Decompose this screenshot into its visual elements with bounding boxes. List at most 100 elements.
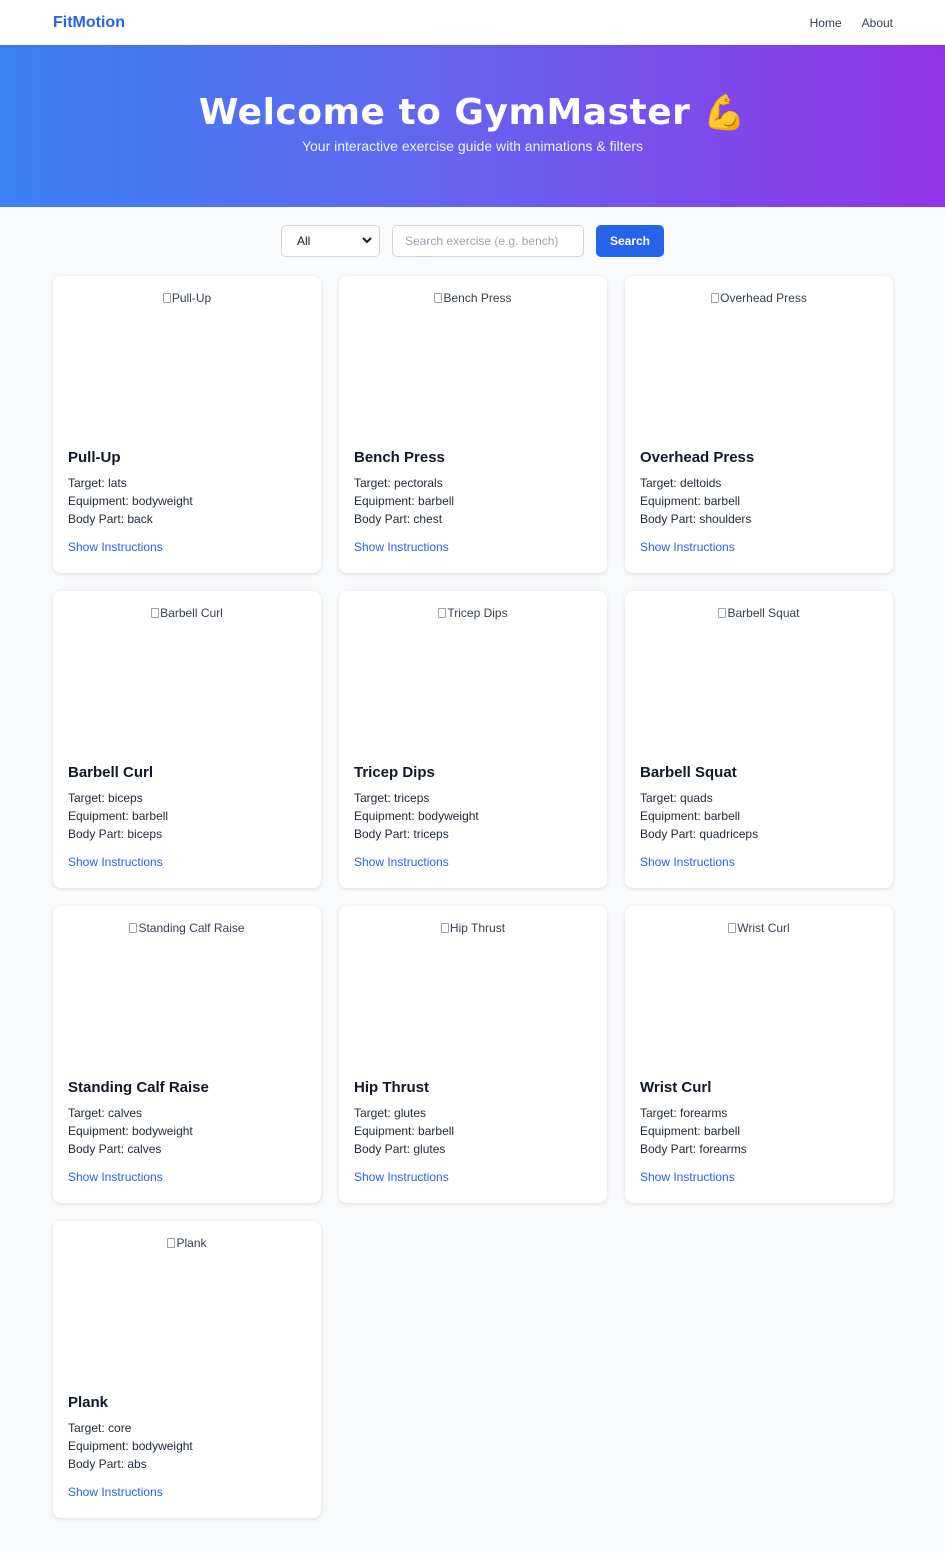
exercise-card: Barbell Curl Barbell Curl Target: biceps… bbox=[53, 591, 321, 888]
broken-image-icon bbox=[711, 293, 720, 303]
broken-image-placeholder: Plank bbox=[167, 1236, 207, 1250]
equipment-value: barbell bbox=[418, 494, 455, 508]
exercise-equipment: Equipment: barbell bbox=[640, 492, 878, 510]
search-input[interactable] bbox=[392, 225, 584, 257]
exercise-image: Pull-Up bbox=[68, 291, 306, 441]
equipment-label: Equipment: bbox=[354, 494, 419, 508]
exercise-target: Target: quads bbox=[640, 789, 878, 807]
equipment-label: Equipment: bbox=[68, 1439, 133, 1453]
exercise-image-alt: Bench Press bbox=[443, 291, 512, 305]
body-part-label: Body Part: bbox=[640, 1142, 700, 1156]
exercise-image-alt: Pull-Up bbox=[171, 291, 212, 305]
body-part-value: calves bbox=[127, 1142, 162, 1156]
exercise-image: Hip Thrust bbox=[354, 921, 592, 1071]
exercise-equipment: Equipment: bodyweight bbox=[68, 1122, 306, 1140]
exercise-equipment: Equipment: bodyweight bbox=[68, 1437, 306, 1455]
show-instructions-link[interactable]: Show Instructions bbox=[354, 540, 449, 554]
equipment-label: Equipment: bbox=[68, 494, 133, 508]
exercise-equipment: Equipment: barbell bbox=[354, 492, 592, 510]
exercise-body-part: Body Part: abs bbox=[68, 1455, 306, 1473]
body-part-label: Body Part: bbox=[354, 1142, 414, 1156]
search-button[interactable]: Search bbox=[596, 225, 664, 257]
exercise-name: Pull-Up bbox=[68, 449, 121, 466]
body-part-value: triceps bbox=[413, 827, 449, 841]
exercise-target: Target: pectorals bbox=[354, 474, 592, 492]
brand-logo[interactable]: FitMotion bbox=[53, 14, 125, 32]
exercise-equipment: Equipment: barbell bbox=[640, 1122, 878, 1140]
exercise-equipment: Equipment: barbell bbox=[68, 807, 306, 825]
nav-link-home[interactable]: Home bbox=[810, 16, 842, 30]
equipment-value: bodyweight bbox=[418, 809, 479, 823]
exercise-grid: Pull-Up Pull-Up Target: lats Equipment: … bbox=[0, 276, 945, 1518]
equipment-value: bodyweight bbox=[132, 494, 193, 508]
equipment-value: barbell bbox=[704, 809, 741, 823]
body-part-value: quadriceps bbox=[699, 827, 759, 841]
broken-image-placeholder: Barbell Curl bbox=[151, 606, 223, 620]
exercise-image-alt: Wrist Curl bbox=[737, 921, 790, 935]
exercise-name: Standing Calf Raise bbox=[68, 1079, 209, 1096]
equipment-label: Equipment: bbox=[640, 494, 705, 508]
broken-image-icon bbox=[151, 608, 160, 618]
filter-bar: All Search bbox=[0, 225, 945, 257]
body-part-label: Body Part: bbox=[68, 512, 128, 526]
broken-image-placeholder: Hip Thrust bbox=[440, 921, 505, 935]
body-part-value: back bbox=[127, 512, 153, 526]
show-instructions-link[interactable]: Show Instructions bbox=[640, 855, 735, 869]
exercise-body-part: Body Part: calves bbox=[68, 1140, 306, 1158]
broken-image-icon bbox=[438, 608, 447, 618]
exercise-name: Barbell Curl bbox=[68, 764, 154, 781]
equipment-label: Equipment: bbox=[354, 809, 419, 823]
exercise-image: Barbell Curl bbox=[68, 606, 306, 756]
target-value: quads bbox=[680, 791, 713, 805]
broken-image-placeholder: Wrist Curl bbox=[728, 921, 790, 935]
broken-image-icon bbox=[162, 293, 171, 303]
exercise-name: Barbell Squat bbox=[640, 764, 737, 781]
exercise-image-alt: Standing Calf Raise bbox=[138, 921, 245, 935]
body-part-label: Body Part: bbox=[640, 827, 700, 841]
show-instructions-link[interactable]: Show Instructions bbox=[354, 855, 449, 869]
exercise-card: Overhead Press Overhead Press Target: de… bbox=[625, 276, 893, 573]
body-part-value: forearms bbox=[699, 1142, 747, 1156]
target-label: Target: bbox=[68, 1106, 109, 1120]
target-value: lats bbox=[108, 476, 127, 490]
top-navbar: FitMotion Home About bbox=[0, 0, 945, 45]
exercise-target: Target: biceps bbox=[68, 789, 306, 807]
exercise-image: Wrist Curl bbox=[640, 921, 878, 1071]
exercise-image: Overhead Press bbox=[640, 291, 878, 441]
exercise-image-alt: Barbell Squat bbox=[727, 606, 800, 620]
target-value: glutes bbox=[394, 1106, 427, 1120]
exercise-name: Hip Thrust bbox=[354, 1079, 429, 1096]
broken-image-placeholder: Standing Calf Raise bbox=[129, 921, 245, 935]
body-part-value: abs bbox=[127, 1457, 147, 1471]
show-instructions-link[interactable]: Show Instructions bbox=[68, 540, 163, 554]
show-instructions-link[interactable]: Show Instructions bbox=[640, 540, 735, 554]
exercise-equipment: Equipment: bodyweight bbox=[68, 492, 306, 510]
target-value: pectorals bbox=[394, 476, 443, 490]
exercise-body-part: Body Part: quadriceps bbox=[640, 825, 878, 843]
show-instructions-link[interactable]: Show Instructions bbox=[68, 1170, 163, 1184]
exercise-image-alt: Tricep Dips bbox=[447, 606, 508, 620]
target-label: Target: bbox=[354, 1106, 395, 1120]
equipment-value: barbell bbox=[704, 494, 741, 508]
show-instructions-link[interactable]: Show Instructions bbox=[354, 1170, 449, 1184]
body-part-select[interactable]: All bbox=[281, 225, 380, 257]
exercise-target: Target: glutes bbox=[354, 1104, 592, 1122]
exercise-card: Plank Plank Target: core Equipment: body… bbox=[53, 1221, 321, 1518]
show-instructions-link[interactable]: Show Instructions bbox=[68, 855, 163, 869]
show-instructions-link[interactable]: Show Instructions bbox=[640, 1170, 735, 1184]
target-value: core bbox=[108, 1421, 132, 1435]
exercise-equipment: Equipment: bodyweight bbox=[354, 807, 592, 825]
exercise-body-part: Body Part: forearms bbox=[640, 1140, 878, 1158]
show-instructions-link[interactable]: Show Instructions bbox=[68, 1485, 163, 1499]
target-label: Target: bbox=[640, 1106, 681, 1120]
broken-image-icon bbox=[718, 608, 727, 618]
hero-banner: Welcome to GymMaster 💪 Your interactive … bbox=[0, 45, 945, 207]
nav-link-about[interactable]: About bbox=[862, 16, 893, 30]
body-part-label: Body Part: bbox=[354, 512, 414, 526]
exercise-target: Target: triceps bbox=[354, 789, 592, 807]
target-value: forearms bbox=[680, 1106, 728, 1120]
exercise-body-part: Body Part: biceps bbox=[68, 825, 306, 843]
exercise-card: Tricep Dips Tricep Dips Target: triceps … bbox=[339, 591, 607, 888]
broken-image-placeholder: Barbell Squat bbox=[718, 606, 800, 620]
hero-subtitle: Your interactive exercise guide with ani… bbox=[301, 138, 644, 154]
